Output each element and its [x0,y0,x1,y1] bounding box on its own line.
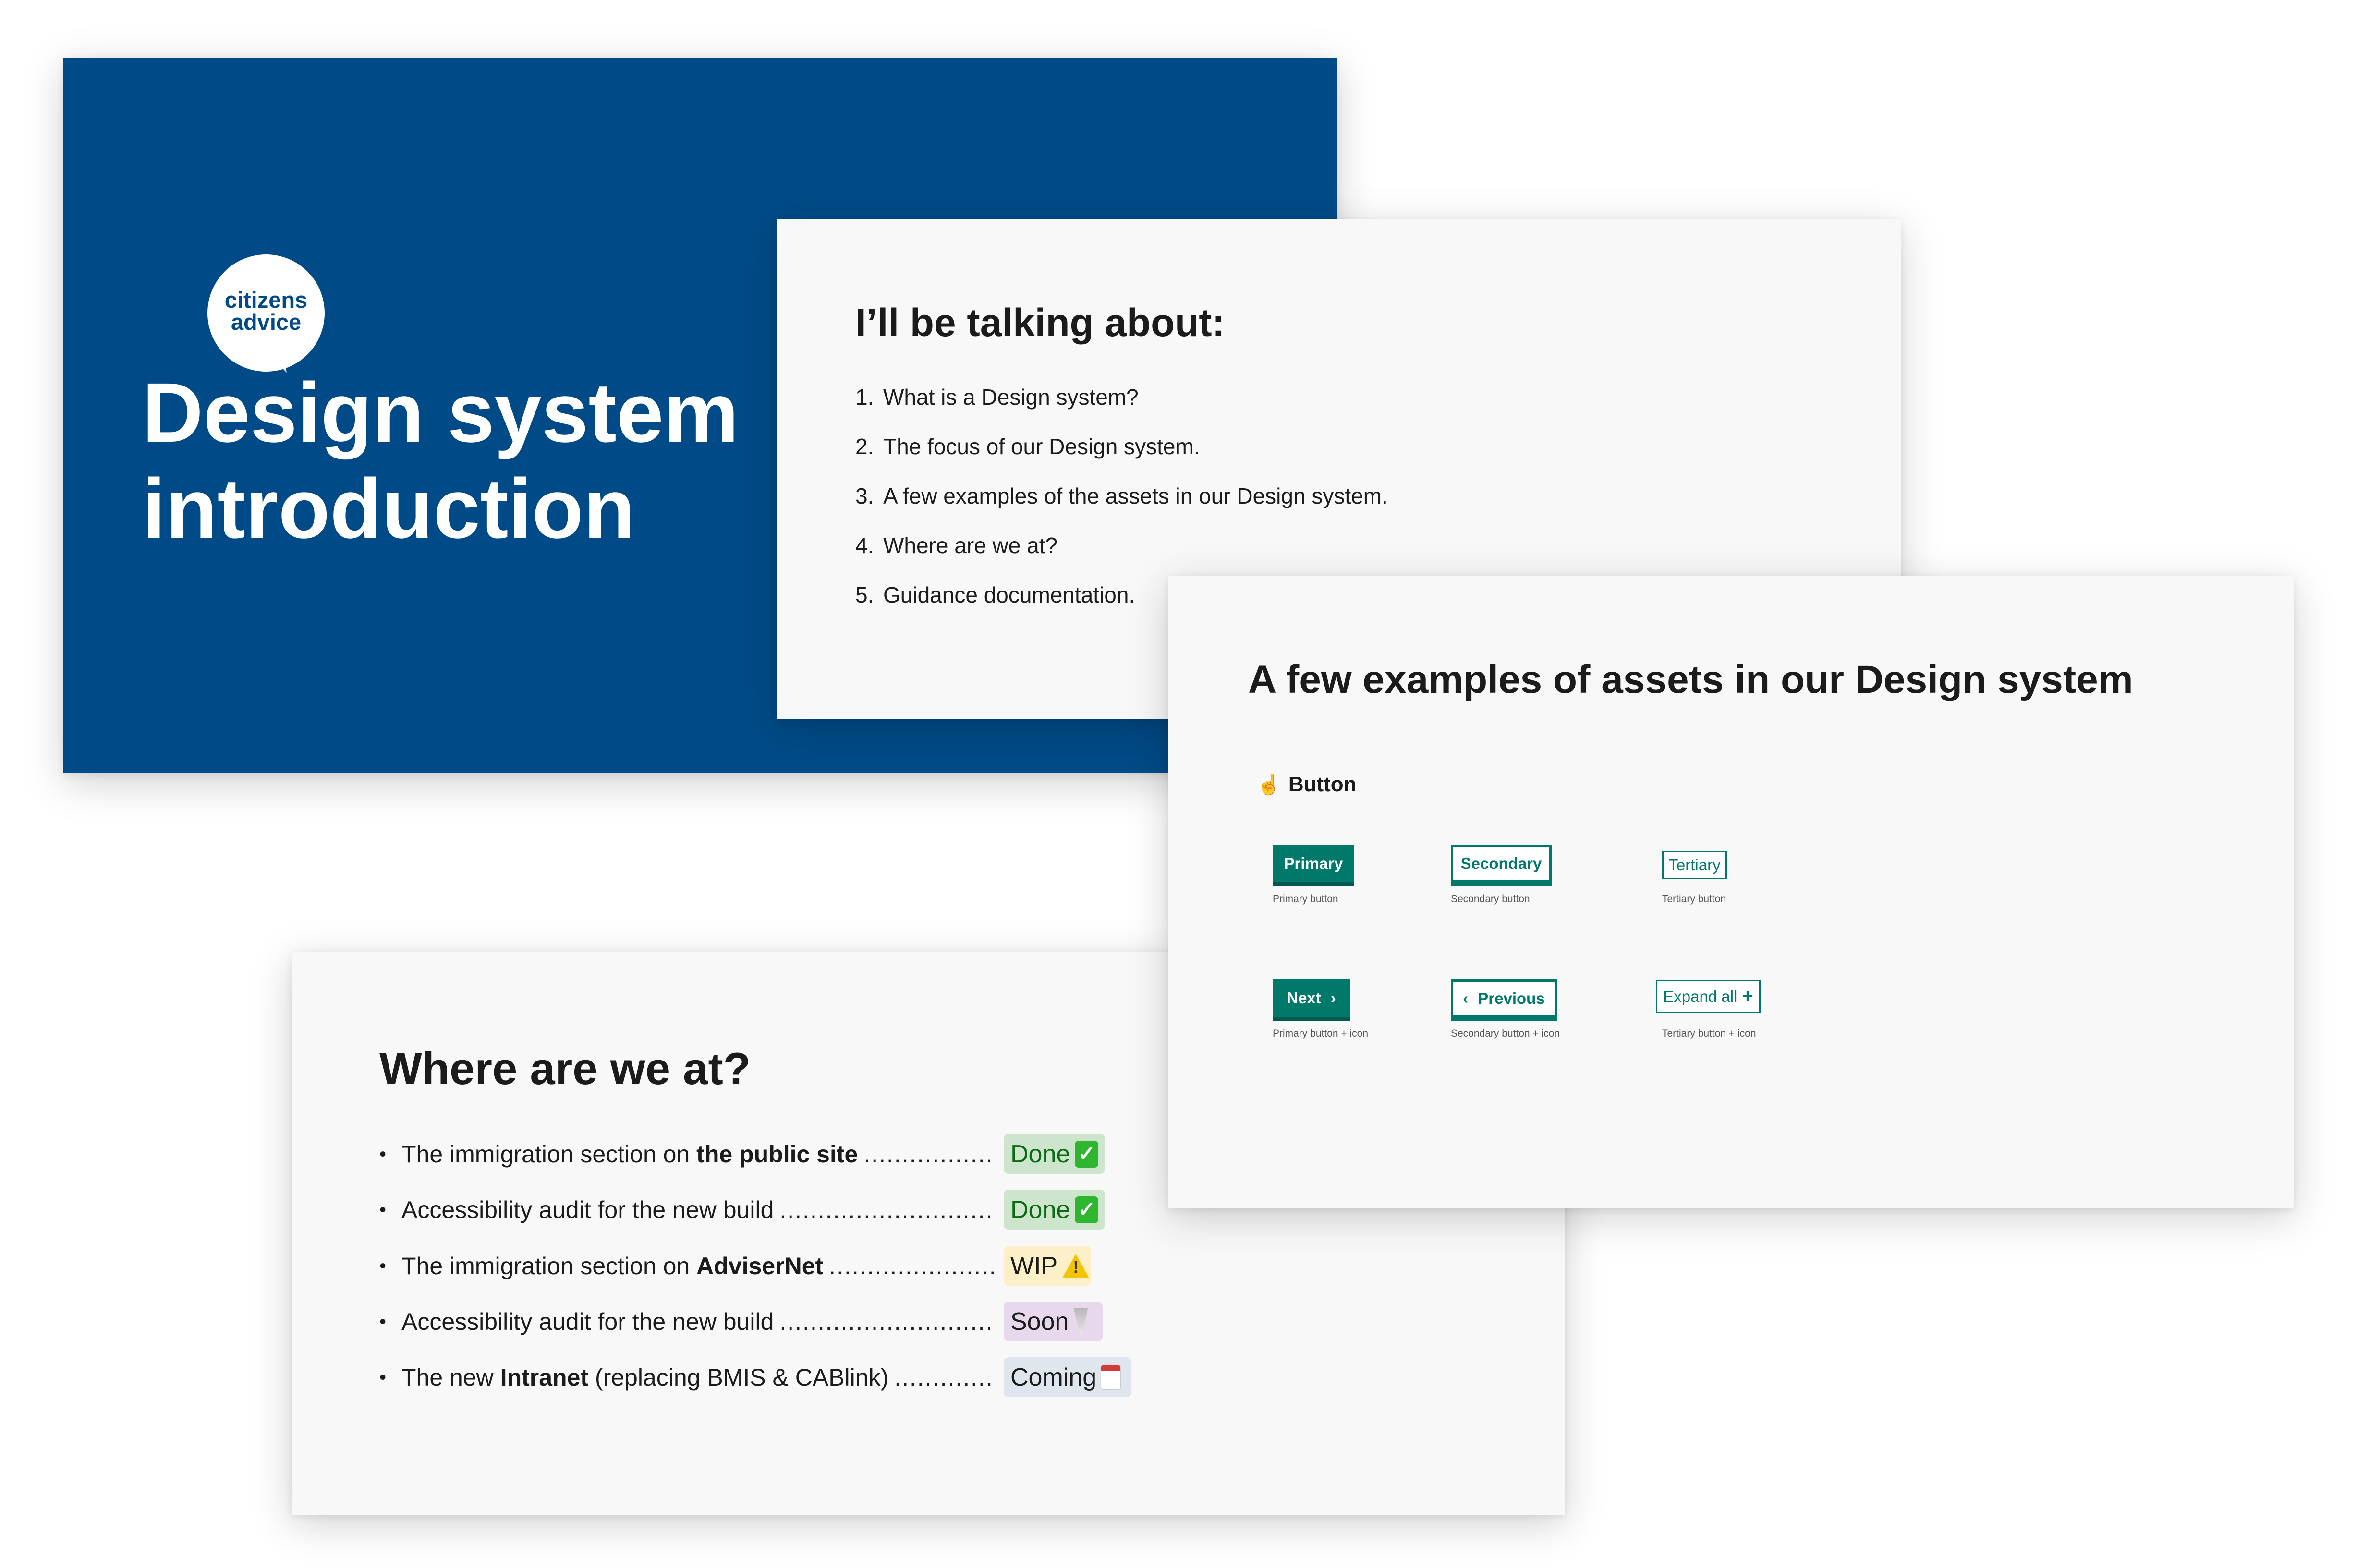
status-badge-coming: Coming [1004,1357,1131,1397]
tertiary-button[interactable]: Tertiary [1662,851,1727,879]
button-caption: Secondary button + icon [1451,1028,1560,1039]
status-badge-done: Done ✓ [1004,1134,1105,1174]
status-badge-wip: WIP [1004,1246,1091,1286]
dot-leader [863,1140,994,1168]
logo-text-line: advice [231,309,302,335]
agenda-item: 2. The focus of our Design system. [855,434,1200,459]
agenda-item: 1. What is a Design system? [855,385,1139,410]
button-caption: Primary button [1273,893,1338,905]
status-row: • The new Intranet (replacing BMIS & CAB… [379,1357,1131,1398]
button-section-title: ☝ Button [1257,772,1357,796]
previous-button[interactable]: ‹ Previous [1451,979,1557,1021]
agenda-item: 4. Where are we at? [855,533,1058,558]
status-badge-done: Done ✓ [1004,1190,1105,1230]
status-row: • The immigration section on AdviserNet … [379,1246,1091,1286]
examples-heading: A few examples of assets in our Design s… [1248,658,2133,701]
status-row: • Accessibility audit for the new build … [379,1190,1105,1230]
primary-button[interactable]: Primary [1273,845,1354,886]
secondary-button[interactable]: Secondary [1451,845,1552,886]
chevron-left-icon: ‹ [1463,989,1469,1007]
dot-leader [894,1363,994,1391]
warning-icon [1062,1254,1090,1278]
button-caption: Secondary button [1451,893,1530,905]
chevron-right-icon: › [1330,989,1336,1007]
dot-leader [779,1196,994,1224]
expand-all-button[interactable]: Expand all + [1656,980,1761,1013]
check-mark-icon: ✓ [1075,1196,1098,1223]
agenda-heading: I’ll be talking about: [855,301,1225,345]
calendar-icon [1101,1365,1121,1389]
button-caption: Tertiary button + icon [1662,1028,1756,1039]
status-badge-soon: Soon [1004,1302,1103,1341]
agenda-item: 3. A few examples of the assets in our De… [855,483,1388,508]
dot-leader [829,1252,994,1280]
tornado-icon [1073,1308,1088,1335]
presentation-title: Design system introduction [142,366,739,556]
status-heading: Where are we at? [379,1043,751,1094]
status-row: • Accessibility audit for the new build … [379,1302,1103,1342]
pointing-up-hand-icon: ☝ [1257,774,1281,796]
button-caption: Primary button + icon [1273,1028,1369,1039]
dot-leader [779,1308,994,1336]
button-caption: Tertiary button [1662,893,1726,905]
next-button[interactable]: Next › [1273,979,1350,1021]
examples-slide: A few examples of assets in our Design s… [1168,576,2294,1208]
check-mark-icon: ✓ [1075,1140,1098,1168]
plus-icon: + [1742,986,1753,1007]
citizens-advice-logo: citizens advice [207,254,325,376]
status-row: • The immigration section on the public … [379,1134,1105,1174]
